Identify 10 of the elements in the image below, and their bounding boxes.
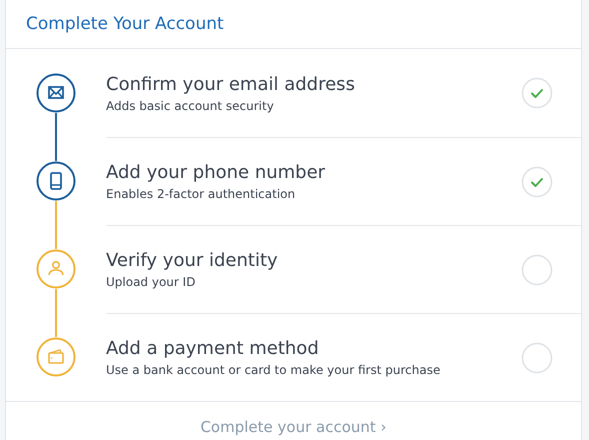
step-description: Enables 2-factor authentication	[106, 187, 296, 201]
card-title: Complete Your Account	[26, 14, 224, 34]
step-title: Add a payment method	[106, 338, 320, 359]
step-title: Add your phone number	[106, 162, 326, 183]
step-description: Adds basic account security	[106, 98, 275, 112]
step-description: Use a bank account or card to make your first purchase	[106, 363, 442, 377]
complete-account-link[interactable]: Complete your account ›	[200, 418, 387, 436]
step-title: Confirm your email address	[106, 74, 356, 94]
step-description: Upload your ID	[106, 275, 196, 289]
step-title: Verify your identity	[106, 250, 279, 271]
